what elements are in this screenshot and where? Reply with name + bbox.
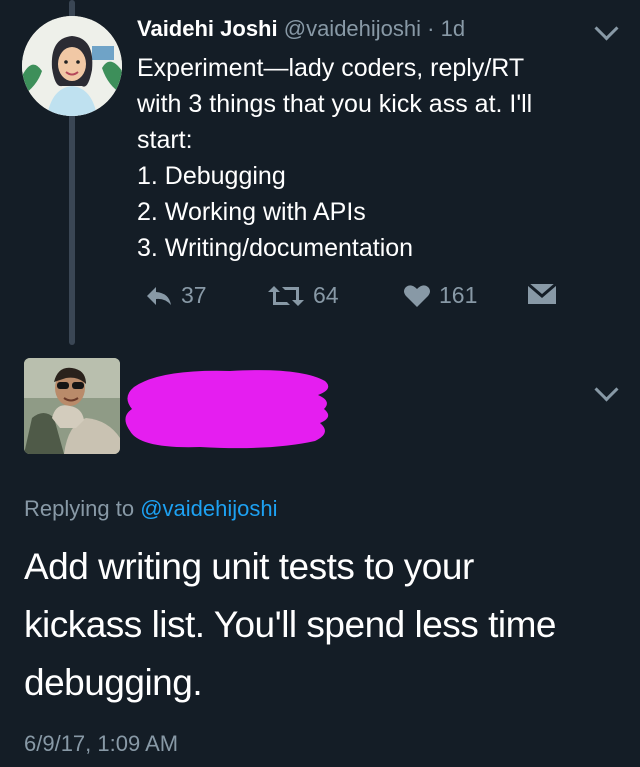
tweet-actions: 37 64 161 bbox=[137, 282, 577, 318]
like-count: 161 bbox=[439, 282, 478, 308]
replying-to-line: Replying to @vaidehijoshi bbox=[24, 496, 278, 522]
retweet-button[interactable]: 64 bbox=[267, 282, 339, 309]
tweet-age: · 1d bbox=[427, 16, 466, 41]
tweet-text-line: kickass list. You'll spend less time bbox=[24, 604, 556, 645]
retweet-icon bbox=[268, 285, 304, 306]
tweet-text-line: 2. Working with APIs bbox=[137, 198, 366, 226]
tweet-text-line: debugging. bbox=[24, 662, 203, 703]
retweet-count: 64 bbox=[313, 282, 339, 308]
tweet-text-line: with 3 things that you kick ass at. I'll bbox=[137, 90, 533, 118]
author-handle[interactable]: @vaidehijoshi bbox=[284, 16, 421, 41]
reply-tweet-text: Add writing unit tests to your kickass l… bbox=[24, 538, 624, 712]
tweet-text-line: 3. Writing/documentation bbox=[137, 234, 414, 262]
direct-message-button[interactable] bbox=[527, 282, 557, 306]
avatar[interactable] bbox=[22, 16, 122, 116]
dm-icon bbox=[527, 282, 557, 304]
like-icon bbox=[404, 284, 430, 307]
tweet-header: Vaidehi Joshi @vaidehijoshi · 1d bbox=[137, 14, 465, 44]
avatar[interactable] bbox=[24, 358, 120, 454]
redacted-author-name bbox=[125, 370, 329, 449]
tweet-text-line: start: bbox=[137, 126, 193, 154]
avatar-photo bbox=[24, 358, 120, 454]
avatar-illustration bbox=[22, 16, 122, 116]
chevron-down-icon[interactable] bbox=[594, 16, 619, 41]
tweet-text-line: Add writing unit tests to your bbox=[24, 546, 474, 587]
reply-count: 37 bbox=[181, 282, 207, 308]
tweet-text: Experiment—lady coders, reply/RT with 3 … bbox=[137, 50, 617, 266]
tweet-text-line: Experiment—lady coders, reply/RT bbox=[137, 54, 525, 82]
author-name[interactable]: Vaidehi Joshi bbox=[137, 16, 278, 41]
reply-icon bbox=[147, 286, 171, 305]
like-button[interactable]: 161 bbox=[403, 282, 477, 309]
tweet-text-line: 1. Debugging bbox=[137, 162, 286, 190]
chevron-down-icon[interactable] bbox=[594, 377, 619, 402]
replying-to-label: Replying to bbox=[24, 496, 135, 521]
replying-to-handle[interactable]: @vaidehijoshi bbox=[140, 496, 277, 521]
reply-button[interactable]: 37 bbox=[145, 282, 207, 309]
tweet-timestamp[interactable]: 6/9/17, 1:09 AM bbox=[24, 731, 178, 757]
